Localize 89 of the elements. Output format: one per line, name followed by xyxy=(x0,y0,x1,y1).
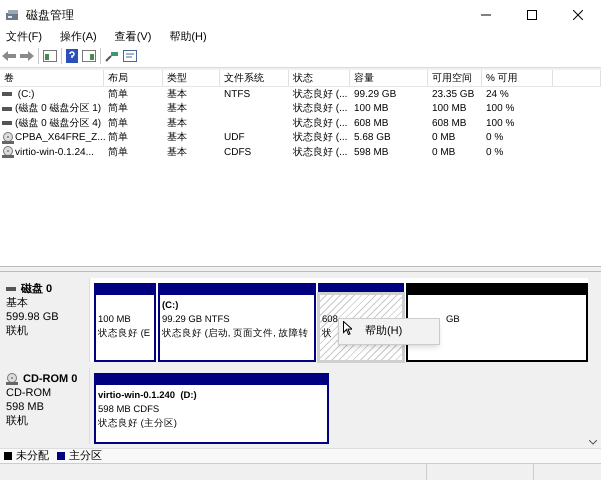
partition-info: 598 MB CDFS xyxy=(98,403,160,417)
cd-drive-icon xyxy=(2,146,14,158)
disk-management-icon xyxy=(5,9,19,21)
table-cell: 简单 xyxy=(108,102,128,116)
panel-icon[interactable] xyxy=(82,50,96,62)
table-cell-text: 状态良好 (... xyxy=(293,116,348,130)
table-cell-text: 100 % xyxy=(486,102,514,116)
table-cell-text: 0 MB xyxy=(432,131,456,145)
table-cell: 基本 xyxy=(167,102,187,116)
back-arrow-icon[interactable] xyxy=(2,50,16,62)
column-header[interactable]: 类型 xyxy=(163,70,220,86)
menu-item[interactable]: 查看(V) xyxy=(110,29,156,46)
partition-info: 状 xyxy=(322,327,332,341)
partition-title: (C:) xyxy=(162,299,180,313)
disk-name: CD-ROM 0 xyxy=(23,372,78,386)
disk-info: 联机 xyxy=(6,414,29,428)
partition-info: 99.29 GB NTFS xyxy=(162,313,230,327)
column-header[interactable]: 卷 xyxy=(0,70,104,86)
help-icon[interactable] xyxy=(66,49,78,63)
table-cell-text: (C:) xyxy=(16,88,34,102)
table-cell-text: virtio-win-0.1.24... xyxy=(15,146,94,160)
table-cell-text: 23.35 GB xyxy=(432,88,474,102)
table-cell-text: 99.29 GB xyxy=(354,88,396,102)
table-cell-text: CPBA_X64FRE_Z... xyxy=(15,131,106,146)
key-icon[interactable] xyxy=(105,50,119,62)
table-cell-text: CDFS xyxy=(224,146,252,160)
mouse-cursor-icon xyxy=(343,321,352,335)
table-cell-text: 100 MB xyxy=(354,102,388,116)
table-cell-text: 简单 xyxy=(108,146,128,160)
panel-icon[interactable] xyxy=(43,50,57,62)
table-cell-text: 基本 xyxy=(167,146,187,160)
partition-info: 状态良好 (主分区) xyxy=(98,417,177,431)
table-cell-text: 0 MB xyxy=(432,146,456,160)
disk-info: 联机 xyxy=(6,324,29,338)
table-cell: 基本 xyxy=(167,130,187,145)
table-cell: 状态良好 (... xyxy=(293,130,348,145)
table-cell-text: 24 % xyxy=(486,88,509,102)
disk-info: 598 MB xyxy=(6,400,45,414)
close-icon xyxy=(573,10,583,20)
forward-arrow-icon[interactable] xyxy=(20,50,34,62)
disk-info: CD-ROM xyxy=(6,386,52,400)
column-header[interactable]: 文件系统 xyxy=(220,70,289,86)
table-cell-text: 608 MB xyxy=(432,116,466,130)
table-cell-text: 基本 xyxy=(167,88,187,102)
table-cell: 简单 xyxy=(108,130,128,145)
table-cell-text: 100 % xyxy=(486,116,514,130)
drive-icon xyxy=(6,287,16,291)
table-cell-text: 状态良好 (... xyxy=(293,146,348,160)
menu-item[interactable]: 帮助(H) xyxy=(165,29,211,46)
table-cell-text: 0 % xyxy=(486,146,504,160)
window-title: 磁盘管理 xyxy=(26,7,74,24)
table-cell-text: 100 MB xyxy=(432,102,466,116)
table-cell-text: 0 % xyxy=(486,131,504,145)
column-header[interactable]: 容量 xyxy=(350,70,428,86)
cd-drive-icon xyxy=(2,132,14,144)
partition-title: virtio-win-0.1.240 (D:) xyxy=(98,389,198,403)
disk-info: 599.98 GB xyxy=(6,310,60,324)
partition-info: 状态良好 (启动, 页面文件, 故障转 xyxy=(162,327,308,341)
partition-info: 608 xyxy=(322,313,338,327)
legend-label: 主分区 xyxy=(69,448,102,464)
menu-item[interactable]: 文件(F) xyxy=(2,29,46,46)
table-cell-text: UDF xyxy=(224,131,245,145)
column-header[interactable]: 可用空间 xyxy=(428,70,482,86)
table-cell-text: 598 MB xyxy=(354,146,388,160)
partition-info: GB xyxy=(446,313,460,327)
table-cell-text: NTFS xyxy=(224,88,250,102)
table-cell-text: (磁盘 0 磁盘分区 1) xyxy=(15,102,102,116)
disk-info: 基本 xyxy=(6,296,29,310)
table-cell-text: 状态良好 (... xyxy=(293,88,348,102)
partition-info: 100 MB xyxy=(98,313,131,327)
menu-item[interactable]: 操作(A) xyxy=(56,29,101,46)
table-cell-text: 5.68 GB xyxy=(354,131,391,145)
table-cell-text: 基本 xyxy=(167,116,187,130)
table-cell-text: 简单 xyxy=(108,116,128,130)
legend-label: 未分配 xyxy=(16,448,49,464)
disk-name: 磁盘 0 xyxy=(21,282,52,296)
menu-item[interactable]: 帮助(H) xyxy=(339,323,402,340)
table-cell: 状态良好 (... xyxy=(293,102,348,116)
cd-drive-icon xyxy=(6,373,18,385)
table-cell-text: (磁盘 0 磁盘分区 4) xyxy=(15,116,102,131)
column-header[interactable]: 状态 xyxy=(289,70,350,86)
table-cell-text: 608 MB xyxy=(354,116,388,130)
maximize-icon xyxy=(527,10,537,20)
partition-info: 状态良好 (E xyxy=(98,327,150,341)
scroll-down-icon[interactable] xyxy=(589,440,597,446)
properties-icon[interactable] xyxy=(123,50,137,62)
column-header[interactable]: % 可用 xyxy=(482,70,553,86)
column-header[interactable]: 布局 xyxy=(104,70,163,86)
table-cell-text: 简单 xyxy=(108,88,128,102)
